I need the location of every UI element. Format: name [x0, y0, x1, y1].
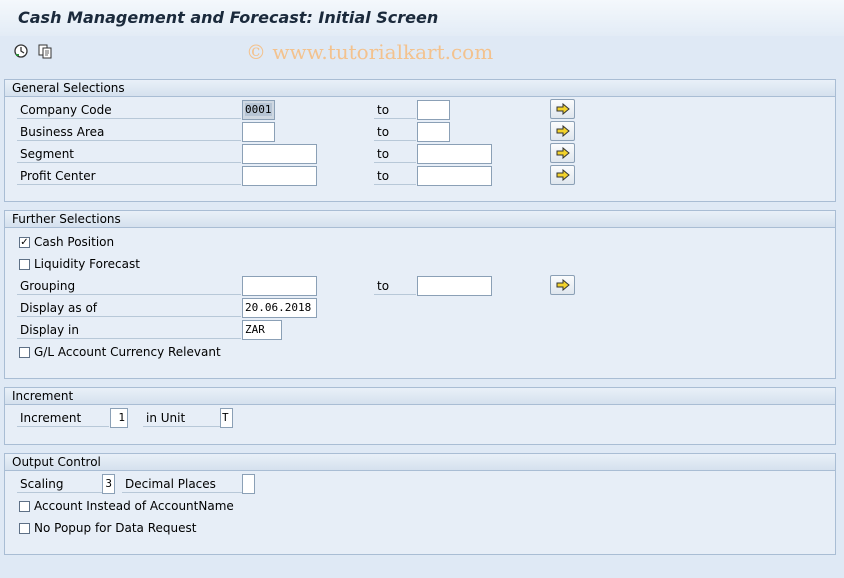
account-instead-label: Account Instead of AccountName	[34, 499, 234, 513]
account-instead-checkbox[interactable]	[19, 501, 30, 512]
company-code-from-value: 0001	[245, 103, 272, 116]
to-label: to	[374, 101, 416, 119]
scaling-label: Scaling	[17, 475, 102, 493]
group-header: General Selections	[5, 80, 835, 97]
grouping-to-input[interactable]	[417, 276, 492, 296]
business-area-to-input[interactable]	[417, 122, 450, 142]
business-area-label: Business Area	[17, 123, 241, 141]
cash-position-label: Cash Position	[34, 235, 115, 249]
watermark: © www.tutorialkart.com	[246, 40, 494, 64]
multiple-selection-button[interactable]	[550, 275, 575, 295]
decimal-places-input[interactable]	[242, 474, 255, 494]
segment-label: Segment	[17, 145, 241, 163]
no-popup-checkbox[interactable]	[19, 523, 30, 534]
display-as-of-input[interactable]: 20.06.2018	[242, 298, 317, 318]
arrow-right-icon	[556, 125, 570, 137]
execute-icon[interactable]	[12, 42, 30, 60]
group-header: Output Control	[5, 454, 835, 471]
gl-currency-label: G/L Account Currency Relevant	[34, 345, 221, 359]
increment-label: Increment	[17, 409, 109, 427]
to-label: to	[374, 167, 416, 185]
group-header: Further Selections	[5, 211, 835, 228]
grouping-from-input[interactable]	[242, 276, 317, 296]
page-title: Cash Management and Forecast: Initial Sc…	[18, 8, 439, 27]
display-as-of-label: Display as of	[17, 299, 241, 317]
scaling-input[interactable]: 3	[102, 474, 115, 494]
multiple-selection-button[interactable]	[550, 121, 575, 141]
profit-center-label: Profit Center	[17, 167, 241, 185]
profit-center-from-input[interactable]	[242, 166, 317, 186]
to-label: to	[374, 145, 416, 163]
grouping-label: Grouping	[17, 277, 241, 295]
business-area-from-input[interactable]	[242, 122, 275, 142]
company-code-to-input[interactable]	[417, 100, 450, 120]
liquidity-forecast-checkbox[interactable]	[19, 259, 30, 270]
display-in-label: Display in	[17, 321, 241, 339]
multiple-selection-button[interactable]	[550, 143, 575, 163]
increment-input[interactable]: 1	[110, 408, 128, 428]
to-label: to	[374, 123, 416, 141]
multiple-selection-button[interactable]	[550, 99, 575, 119]
arrow-right-icon	[556, 169, 570, 181]
display-in-input[interactable]: ZAR	[242, 320, 282, 340]
increment-group: Increment	[4, 387, 836, 445]
unit-label: in Unit	[143, 409, 220, 427]
get-variant-icon[interactable]	[36, 42, 54, 60]
company-code-label: Company Code	[17, 101, 241, 119]
arrow-right-icon	[556, 279, 570, 291]
arrow-right-icon	[556, 147, 570, 159]
profit-center-to-input[interactable]	[417, 166, 492, 186]
unit-input[interactable]: T	[220, 408, 233, 428]
gl-currency-checkbox[interactable]	[19, 347, 30, 358]
segment-from-input[interactable]	[242, 144, 317, 164]
company-code-from-input[interactable]: 0001	[242, 100, 275, 120]
no-popup-label: No Popup for Data Request	[34, 521, 197, 535]
liquidity-forecast-label: Liquidity Forecast	[34, 257, 140, 271]
arrow-right-icon	[556, 103, 570, 115]
group-header: Increment	[5, 388, 835, 405]
multiple-selection-button[interactable]	[550, 165, 575, 185]
decimal-places-label: Decimal Places	[122, 475, 242, 493]
to-label: to	[374, 277, 416, 295]
segment-to-input[interactable]	[417, 144, 492, 164]
title-bar: Cash Management and Forecast: Initial Sc…	[0, 0, 844, 36]
cash-position-checkbox[interactable]: ✓	[19, 237, 30, 248]
